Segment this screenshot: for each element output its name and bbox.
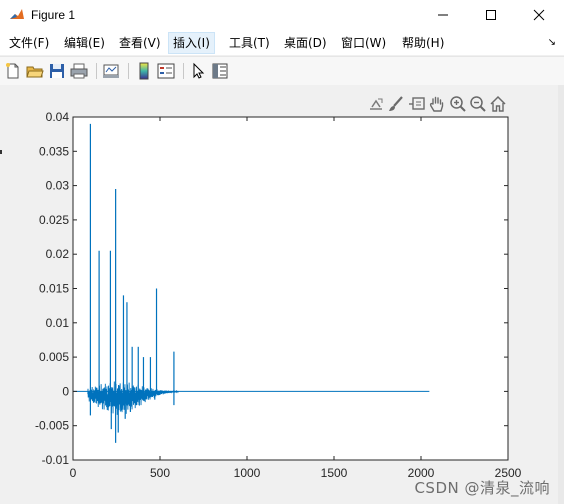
y-tick-label: 0.035 (39, 144, 69, 158)
x-tick-label: 1500 (321, 466, 348, 480)
x-tick-label: 500 (150, 466, 170, 480)
y-tick-label: 0.02 (46, 247, 70, 261)
y-tick-label: -0.005 (35, 419, 69, 433)
x-tick-label: 1000 (234, 466, 261, 480)
y-tick-label: 0.01 (46, 316, 70, 330)
y-tick-label: -0.01 (42, 453, 70, 467)
y-tick-label: 0.03 (46, 179, 70, 193)
watermark: CSDN @清泉_流响 (414, 479, 550, 497)
axes-background[interactable] (73, 117, 508, 460)
y-tick-label: 0.005 (39, 350, 69, 364)
y-tick-label: 0.04 (46, 110, 70, 124)
x-tick-label: 0 (70, 466, 77, 480)
plot-canvas: 0 500 1000 1500 2000 2500 -0.01-0.00500.0050.… (35, 110, 522, 480)
y-tick-label: 0 (62, 384, 69, 398)
y-tick-label: 0.025 (39, 213, 69, 227)
y-tick-label: 0.015 (39, 282, 69, 296)
